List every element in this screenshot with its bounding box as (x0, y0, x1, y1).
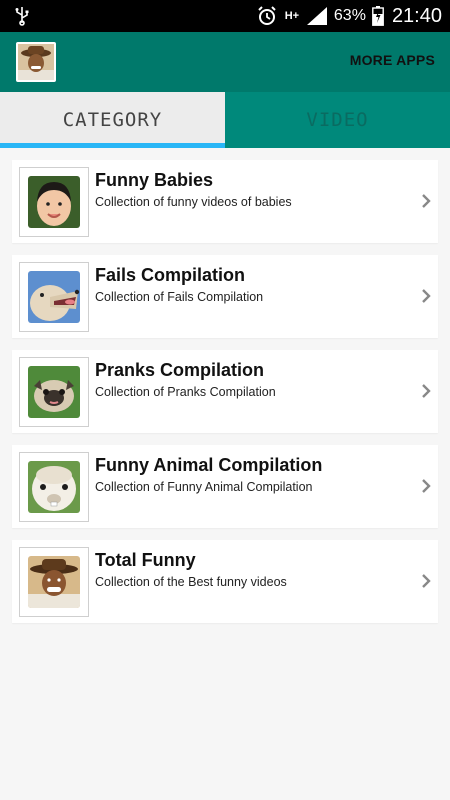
chevron-right-icon (422, 574, 431, 588)
app-bar: MORE APPS (0, 32, 450, 92)
item-title: Funny Babies (95, 170, 214, 190)
item-description: Collection of Pranks Compilation (95, 385, 276, 399)
item-description: Collection of funny videos of babies (95, 195, 292, 209)
alarm-icon (258, 6, 276, 25)
avatar[interactable] (16, 42, 56, 82)
battery-percent: 63% (333, 7, 366, 24)
avatar-image (18, 44, 54, 80)
pug-thumbnail (28, 366, 80, 418)
status-bar: H+ 63% 21:40 (0, 0, 450, 32)
alpaca-thumbnail (28, 461, 80, 513)
list-item[interactable]: Funny Animal Compilation Collection of F… (12, 445, 438, 528)
chevron-right-icon (422, 194, 431, 208)
item-title: Pranks Compilation (95, 360, 265, 380)
tab-category[interactable]: CATEGORY (0, 92, 225, 148)
dog-thumbnail (28, 271, 80, 323)
item-title: Total Funny (95, 550, 196, 570)
item-description: Collection of Funny Animal Compilation (95, 480, 313, 494)
signal-icon (306, 7, 327, 25)
tab-video[interactable]: VIDEO (225, 92, 450, 148)
chevron-right-icon (422, 479, 431, 493)
category-list: Funny Babies Collection of funny videos … (12, 160, 438, 635)
more-apps-button[interactable]: MORE APPS (350, 52, 435, 68)
battery-icon (372, 6, 384, 26)
item-title: Fails Compilation (95, 265, 246, 285)
list-item[interactable]: Pranks Compilation Collection of Pranks … (12, 350, 438, 433)
list-item[interactable]: Total Funny Collection of the Best funny… (12, 540, 438, 623)
thumbnail (19, 547, 89, 617)
item-title: Funny Animal Compilation (95, 455, 323, 475)
clock: 21:40 (391, 4, 442, 27)
chevron-right-icon (422, 289, 431, 303)
thumbnail (19, 167, 89, 237)
list-item[interactable]: Fails Compilation Collection of Fails Co… (12, 255, 438, 338)
tab-bar: CATEGORY VIDEO (0, 92, 450, 148)
item-description: Collection of the Best funny videos (95, 575, 287, 589)
usb-icon (15, 7, 29, 26)
network-type: H+ (284, 10, 300, 22)
man-thumbnail (28, 556, 80, 608)
thumbnail (19, 357, 89, 427)
thumbnail (19, 262, 89, 332)
chevron-right-icon (422, 384, 431, 398)
baby-thumbnail (28, 176, 80, 228)
list-item[interactable]: Funny Babies Collection of funny videos … (12, 160, 438, 243)
thumbnail (19, 452, 89, 522)
item-description: Collection of Fails Compilation (95, 290, 264, 304)
